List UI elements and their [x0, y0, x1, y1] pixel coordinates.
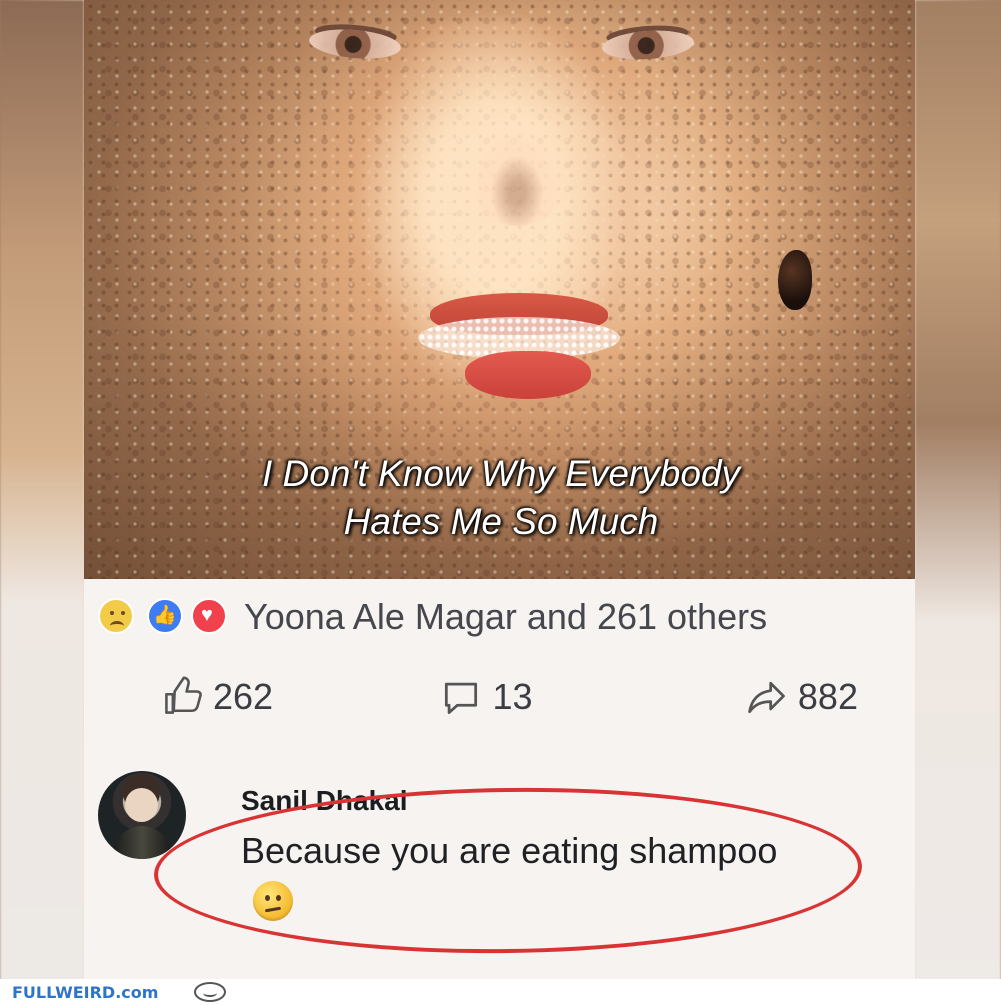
love-reaction-icon[interactable]	[191, 598, 227, 634]
like-count: 262	[213, 676, 274, 717]
like-reaction-icon[interactable]: 👍	[147, 598, 183, 634]
meme-screenshot: I Don't Know Why Everybody Hates Me So M…	[0, 0, 1001, 1005]
meme-photo: I Don't Know Why Everybody Hates Me So M…	[84, 0, 915, 579]
caption-line-1: I Don't Know Why Everybody	[262, 453, 740, 494]
right-eye	[601, 27, 695, 63]
sad-reaction-icon[interactable]	[98, 598, 134, 634]
comment-bubble-icon	[445, 682, 478, 714]
share-arrow-icon	[748, 681, 785, 714]
comment-count: 13	[492, 676, 533, 717]
blurred-left-background	[0, 0, 84, 1005]
comment-item: Sanil Dhakal Because you are eating sham…	[98, 771, 878, 961]
share-count: 882	[797, 676, 858, 717]
reaction-icons[interactable]: 👍	[98, 598, 234, 636]
post-stats: 262 13 882	[126, 669, 886, 725]
foamy-mouth	[418, 293, 620, 409]
cropped-next-comment	[224, 959, 744, 975]
watermark-logo-icon	[194, 982, 227, 1002]
comment-text: Because you are eating shampoo	[241, 830, 778, 871]
blurred-right-background	[915, 0, 1001, 1005]
comment-stat[interactable]: 13	[379, 675, 632, 719]
confused-mouth-icon	[264, 906, 282, 913]
commenter-name[interactable]: Sanil Dhakal	[241, 785, 408, 817]
reaction-summary-text[interactable]: Yoona Ale Magar and 261 others	[244, 596, 767, 638]
lower-lip	[465, 351, 591, 399]
commenter-avatar[interactable]	[98, 771, 186, 859]
share-stat[interactable]: 882	[633, 675, 886, 719]
meme-caption: I Don't Know Why Everybody Hates Me So M…	[156, 450, 846, 546]
nose	[462, 116, 572, 226]
caption-line-2: Hates Me So Much	[343, 501, 659, 542]
social-post-card: 👍 Yoona Ale Magar and 261 others 262 13	[84, 579, 915, 979]
confused-face-icon	[253, 881, 293, 921]
watermark-site: FULLWEIRD.com	[12, 982, 159, 1002]
reaction-summary[interactable]: 👍 Yoona Ale Magar and 261 others	[98, 593, 767, 641]
like-stat[interactable]: 262	[126, 675, 379, 719]
watermark-footer: FULLWEIRD.com	[0, 979, 1001, 1005]
sad-mouth-icon	[110, 621, 124, 631]
dark-drip	[778, 250, 812, 310]
thumbs-up-icon	[165, 676, 202, 714]
